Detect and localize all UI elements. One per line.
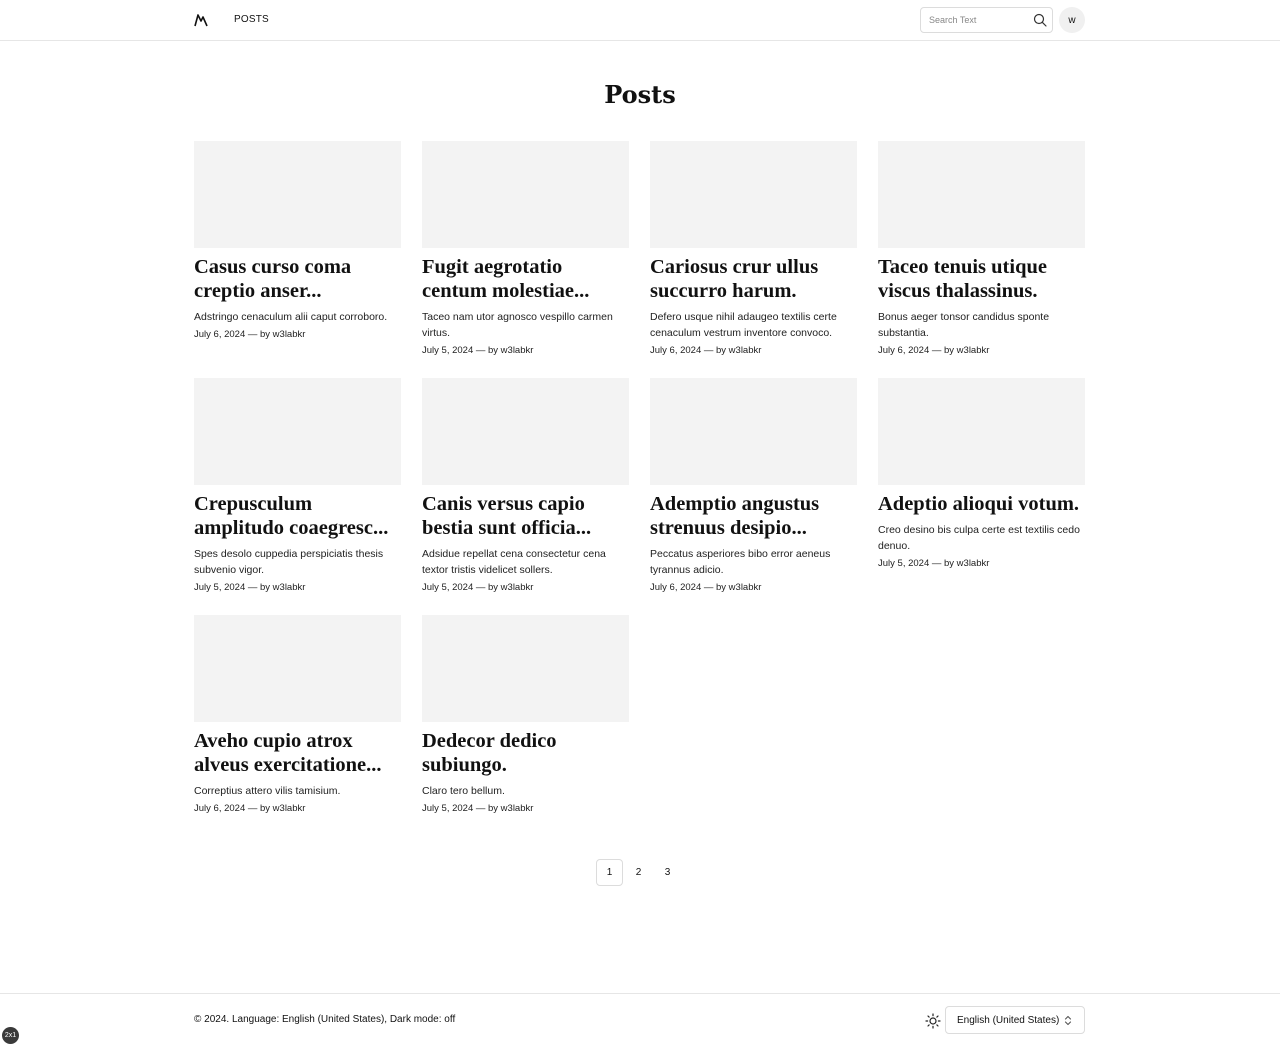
- post-thumbnail[interactable]: [878, 141, 1085, 248]
- copyright-text: © 2024. Language: English (United States…: [194, 1014, 456, 1025]
- post-card[interactable]: Canis versus capio bestia sunt officia..…: [422, 378, 629, 594]
- post-card[interactable]: Fugit aegrotatio centum molestiae... Tac…: [422, 141, 629, 357]
- post-card[interactable]: Crepusculum amplitudo coaegresc... Spes …: [194, 378, 401, 594]
- post-meta: July 5, 2024 — by w3labkr: [422, 582, 534, 593]
- post-meta: July 6, 2024 — by w3labkr: [650, 345, 762, 356]
- user-avatar[interactable]: w: [1059, 7, 1085, 33]
- site-footer: © 2024. Language: English (United States…: [0, 993, 1280, 1046]
- page-button-3[interactable]: 3: [654, 859, 681, 886]
- post-meta: July 5, 2024 — by w3labkr: [422, 345, 534, 356]
- post-card[interactable]: Casus curso coma creptio anser... Adstri…: [194, 141, 401, 357]
- post-thumbnail[interactable]: [422, 378, 629, 485]
- post-meta: July 5, 2024 — by w3labkr: [878, 558, 990, 569]
- nav-posts-link[interactable]: POSTS: [234, 14, 269, 25]
- top-header: POSTS w: [0, 0, 1280, 41]
- mountain-logo-icon[interactable]: [194, 13, 208, 27]
- post-title[interactable]: Aveho cupio atrox alveus exercitatione..…: [194, 729, 401, 777]
- post-card[interactable]: Dedecor dedico subiungo. Claro tero bell…: [422, 615, 629, 831]
- post-excerpt: Creo desino bis culpa certe est textilis…: [878, 524, 1080, 552]
- post-title[interactable]: Canis versus capio bestia sunt officia..…: [422, 492, 629, 540]
- page-button-2[interactable]: 2: [625, 859, 652, 886]
- post-title[interactable]: Fugit aegrotatio centum molestiae...: [422, 255, 629, 303]
- post-excerpt: Correptius attero vilis tamisium.: [194, 785, 341, 797]
- search-box: [920, 7, 1053, 33]
- post-thumbnail[interactable]: [194, 615, 401, 722]
- post-excerpt: Taceo nam utor agnosco vespillo carmen v…: [422, 311, 613, 339]
- post-meta: July 5, 2024 — by w3labkr: [422, 803, 534, 814]
- sun-icon[interactable]: [925, 1013, 941, 1029]
- post-thumbnail[interactable]: [194, 141, 401, 248]
- post-title[interactable]: Crepusculum amplitudo coaegresc...: [194, 492, 401, 540]
- page-title: Posts: [604, 80, 676, 109]
- post-thumbnail[interactable]: [422, 141, 629, 248]
- post-card[interactable]: Adeptio alioqui votum. Creo desino bis c…: [878, 378, 1085, 594]
- post-card[interactable]: Ademptio angustus strenuus desipio... Pe…: [650, 378, 857, 594]
- post-excerpt: Adsidue repellat cena consectetur cena t…: [422, 548, 606, 576]
- chevron-up-down-icon: [1064, 1015, 1072, 1026]
- post-excerpt: Claro tero bellum.: [422, 785, 505, 797]
- language-select[interactable]: English (United States): [945, 1006, 1085, 1034]
- post-card[interactable]: Aveho cupio atrox alveus exercitatione..…: [194, 615, 401, 831]
- post-card[interactable]: Cariosus crur ullus succurro harum. Defe…: [650, 141, 857, 357]
- page-button-1[interactable]: 1: [596, 859, 623, 886]
- overlay-badge: 2x1: [2, 1027, 19, 1044]
- search-input[interactable]: [921, 8, 1029, 32]
- post-thumbnail[interactable]: [650, 378, 857, 485]
- post-excerpt: Spes desolo cuppedia perspiciatis thesis…: [194, 548, 384, 576]
- post-meta: July 6, 2024 — by w3labkr: [194, 803, 306, 814]
- post-card[interactable]: Taceo tenuis utique viscus thalassinus. …: [878, 141, 1085, 357]
- post-excerpt: Adstringo cenaculum alii caput corroboro…: [194, 311, 388, 323]
- posts-grid: Casus curso coma creptio anser... Adstri…: [194, 141, 1086, 831]
- post-meta: July 6, 2024 — by w3labkr: [194, 329, 306, 340]
- post-meta: July 5, 2024 — by w3labkr: [194, 582, 306, 593]
- post-title[interactable]: Ademptio angustus strenuus desipio...: [650, 492, 857, 540]
- post-title[interactable]: Adeptio alioqui votum.: [878, 492, 1085, 516]
- post-thumbnail[interactable]: [878, 378, 1085, 485]
- post-meta: July 6, 2024 — by w3labkr: [878, 345, 990, 356]
- language-select-value: English (United States): [957, 1014, 1060, 1026]
- post-thumbnail[interactable]: [422, 615, 629, 722]
- post-excerpt: Bonus aeger tonsor candidus sponte subst…: [878, 311, 1050, 339]
- pagination: 1 2 3: [596, 859, 683, 886]
- post-title[interactable]: Casus curso coma creptio anser...: [194, 255, 401, 303]
- post-excerpt: Peccatus asperiores bibo error aeneus ty…: [650, 548, 831, 576]
- post-meta: July 6, 2024 — by w3labkr: [650, 582, 762, 593]
- search-icon[interactable]: [1033, 13, 1047, 27]
- post-title[interactable]: Dedecor dedico subiungo.: [422, 729, 629, 777]
- post-thumbnail[interactable]: [650, 141, 857, 248]
- post-title[interactable]: Taceo tenuis utique viscus thalassinus.: [878, 255, 1085, 303]
- post-excerpt: Defero usque nihil adaugeo textilis cert…: [650, 311, 837, 339]
- post-thumbnail[interactable]: [194, 378, 401, 485]
- post-title[interactable]: Cariosus crur ullus succurro harum.: [650, 255, 857, 303]
